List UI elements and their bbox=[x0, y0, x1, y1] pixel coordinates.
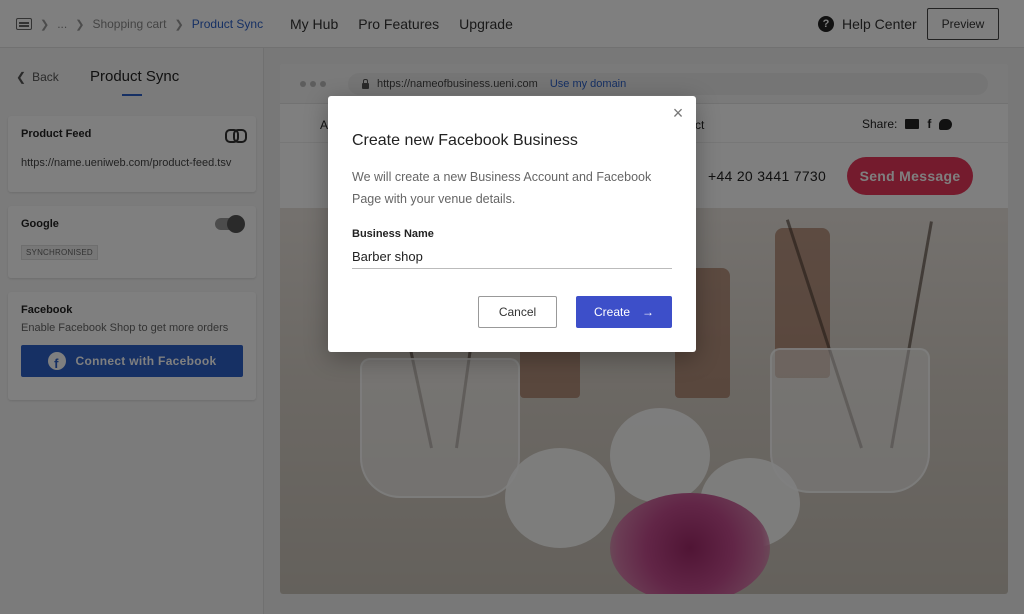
close-icon[interactable]: × bbox=[671, 104, 685, 122]
dialog-description: We will create a new Business Account an… bbox=[352, 170, 652, 206]
business-name-input[interactable] bbox=[352, 245, 672, 269]
cancel-button[interactable]: Cancel bbox=[478, 296, 557, 328]
arrow-right-icon: → bbox=[642, 305, 655, 319]
dialog-title: Create new Facebook Business bbox=[352, 132, 578, 149]
create-facebook-business-dialog: × Create new Facebook Business We will c… bbox=[328, 96, 696, 352]
create-label: Create bbox=[593, 305, 631, 319]
create-button[interactable]: Create → bbox=[576, 296, 672, 328]
business-name-label: Business Name bbox=[352, 228, 434, 240]
